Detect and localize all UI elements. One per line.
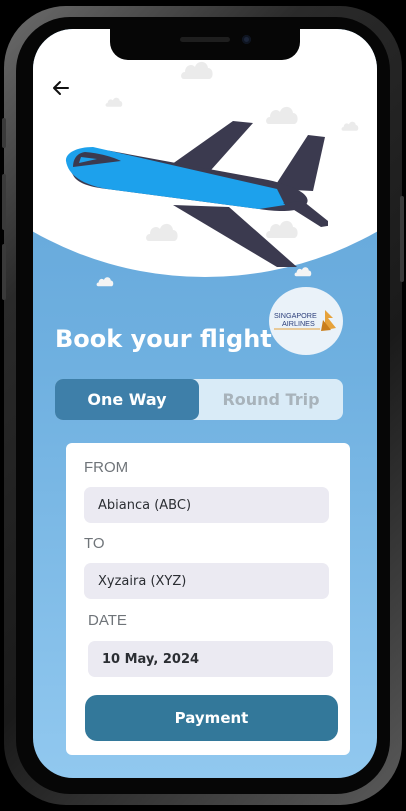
singapore-airlines-logo: SINGAPORE AIRLINES — [274, 310, 336, 331]
cloud-icon — [341, 121, 359, 131]
singapore-airlines-bird-icon — [321, 310, 336, 331]
date-field[interactable]: 10 May, 2024 — [88, 641, 333, 677]
volume-up-button — [2, 174, 6, 230]
airline-logo-badge: SINGAPORE AIRLINES — [269, 287, 343, 355]
to-field[interactable]: Xyzaira (XYZ) — [84, 563, 329, 599]
speaker-grille — [180, 37, 230, 42]
to-label: TO — [84, 535, 105, 552]
cloud-icon — [96, 277, 114, 287]
arrow-left-icon — [53, 81, 69, 95]
trip-type-toggle: One Way Round Trip — [55, 379, 343, 420]
front-camera — [242, 35, 251, 44]
app-screen: SINGAPORE AIRLINES Book your flight One … — [33, 29, 377, 778]
back-button[interactable] — [49, 77, 73, 99]
booking-form-card: FROM Abianca (ABC) TO Xyzaira (XYZ) DATE… — [66, 443, 350, 755]
brand-name-line2: AIRLINES — [282, 319, 315, 328]
power-button — [400, 196, 404, 282]
page-title: Book your flight — [55, 325, 272, 353]
cloud-icon — [105, 97, 123, 107]
payment-button[interactable]: Payment — [85, 695, 338, 741]
from-field[interactable]: Abianca (ABC) — [84, 487, 329, 523]
date-label: DATE — [88, 612, 127, 629]
cloud-icon — [181, 61, 213, 79]
phone-notch — [110, 29, 300, 60]
volume-down-button — [2, 244, 6, 300]
mute-switch — [2, 118, 6, 148]
one-way-tab[interactable]: One Way — [55, 379, 199, 420]
round-trip-tab[interactable]: Round Trip — [199, 379, 343, 420]
airplane-icon — [65, 121, 328, 267]
from-label: FROM — [84, 459, 129, 476]
